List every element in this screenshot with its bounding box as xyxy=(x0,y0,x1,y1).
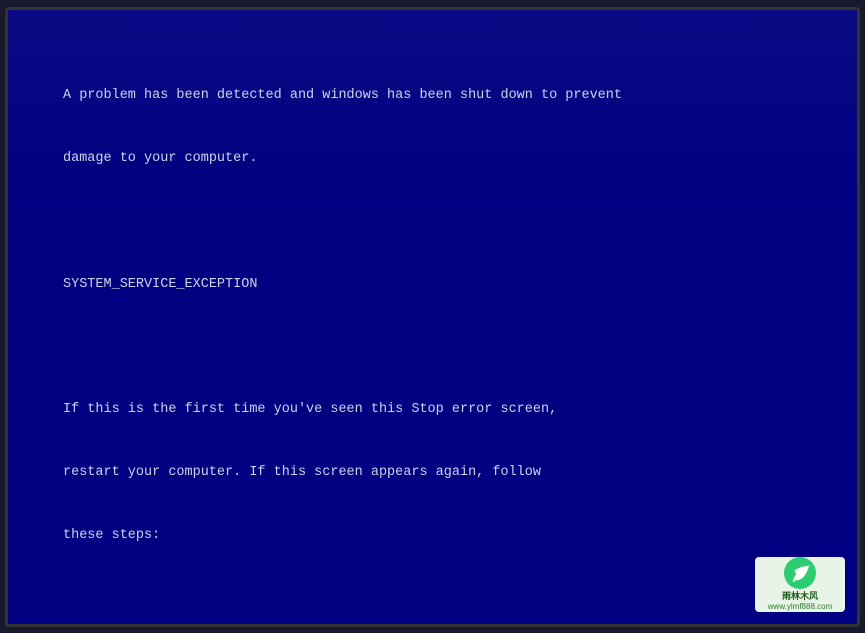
bsod-line-1: A problem has been detected and windows … xyxy=(63,86,847,107)
watermark: 雨林木风 www.ylmf888.com xyxy=(755,557,845,612)
bsod-content: A problem has been detected and windows … xyxy=(63,45,847,614)
bsod-blank-1 xyxy=(63,212,847,233)
bsod-blank-2 xyxy=(63,337,847,358)
bsod-error-code: SYSTEM_SERVICE_EXCEPTION xyxy=(63,275,847,296)
bsod-line-5: If this is the first time you've seen th… xyxy=(63,400,847,421)
watermark-url: www.ylmf888.com xyxy=(768,602,832,612)
bsod-blank-3 xyxy=(63,588,847,609)
watermark-icon xyxy=(784,557,816,589)
bsod-line-6: restart your computer. If this screen ap… xyxy=(63,463,847,484)
bsod-screen: A problem has been detected and windows … xyxy=(5,7,860,627)
bsod-line-7: these steps: xyxy=(63,526,847,547)
bsod-line-2: damage to your computer. xyxy=(63,149,847,170)
leaf-icon xyxy=(789,562,811,584)
watermark-brand: 雨林木风 xyxy=(782,591,818,602)
